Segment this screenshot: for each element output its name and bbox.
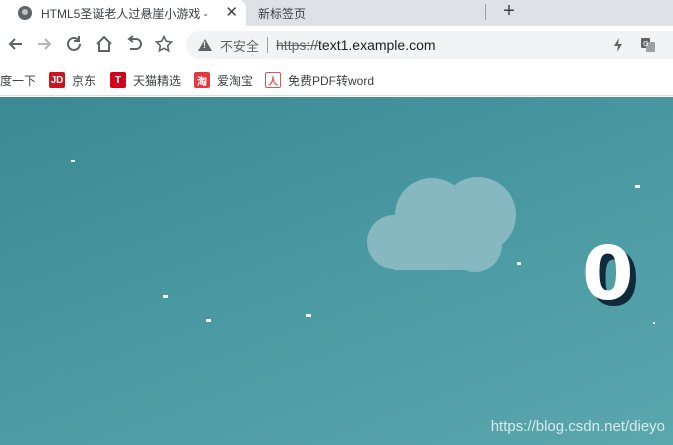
- snowflake: [653, 322, 655, 324]
- tab-separator: [485, 4, 486, 20]
- jd-icon: JD: [49, 72, 65, 88]
- tmall-icon: T: [110, 72, 126, 88]
- toolbar: 不安全 https:// text1.example.com G: [0, 26, 673, 64]
- new-tab-button[interactable]: +: [498, 0, 520, 26]
- bookmarks-bar: 度一下 JD 京东 T 天猫精选 淘 爱淘宝 人 免费PDF转word: [0, 64, 673, 96]
- bookmark-label: 爱淘宝: [217, 73, 254, 88]
- translate-icon[interactable]: G: [640, 37, 656, 53]
- security-status: 不安全: [220, 38, 260, 54]
- bookmark-taobao[interactable]: 淘 爱淘宝: [194, 72, 253, 88]
- bookmark-jd[interactable]: JD 京东: [49, 72, 96, 88]
- bookmark-star-button[interactable]: [152, 32, 176, 56]
- back-button[interactable]: [4, 32, 28, 56]
- tab-new[interactable]: 新标签页: [246, 0, 486, 26]
- close-icon[interactable]: ✕: [225, 3, 238, 21]
- taobao-icon: 淘: [194, 72, 210, 88]
- address-bar[interactable]: 不安全 https:// text1.example.com G: [186, 31, 673, 59]
- tab-game[interactable]: HTML5圣诞老人过悬崖小游戏 - ✕: [0, 0, 246, 26]
- tab-title: 新标签页: [258, 6, 307, 21]
- score-display: 0: [582, 231, 634, 317]
- bookmark-pdf[interactable]: 人 免费PDF转word: [265, 72, 374, 88]
- warning-icon: [198, 39, 212, 51]
- snowflake: [635, 185, 640, 188]
- home-icon: [96, 35, 112, 52]
- snowflake: [163, 295, 168, 298]
- bookmark-label: 京东: [72, 73, 97, 88]
- globe-icon: [18, 6, 32, 20]
- bookmark-label: 免费PDF转word: [288, 73, 375, 88]
- undo-icon: [127, 35, 142, 50]
- star-icon: [155, 35, 173, 53]
- forward-button[interactable]: [32, 32, 56, 56]
- bookmark-tmall[interactable]: T 天猫精选: [110, 72, 181, 88]
- bookmark-label: 天猫精选: [133, 73, 182, 88]
- snowflake: [306, 314, 311, 317]
- cloud: [367, 177, 516, 272]
- bookmark-label: 度一下: [0, 73, 37, 88]
- omnibox-separator: [267, 37, 269, 53]
- tab-title: HTML5圣诞老人过悬崖小游戏 -: [41, 6, 208, 21]
- arrow-right-icon: [38, 38, 52, 50]
- arrow-left-icon: [8, 38, 22, 50]
- lightning-icon[interactable]: [610, 37, 626, 53]
- tab-strip: HTML5圣诞老人过悬崖小游戏 - ✕ 新标签页 +: [0, 0, 673, 26]
- snowflake: [517, 262, 521, 265]
- url-host: text1.example.com: [318, 37, 436, 53]
- snowflake: [71, 160, 75, 162]
- undo-button[interactable]: [122, 32, 146, 56]
- home-button[interactable]: [92, 32, 116, 56]
- url-scheme: https://: [276, 37, 319, 53]
- reload-icon: [67, 36, 81, 51]
- game-canvas[interactable]: 0 https://blog.csdn.net/dieyo: [0, 97, 673, 445]
- watermark-text: https://blog.csdn.net/dieyo: [490, 418, 665, 435]
- snowflake: [206, 319, 211, 322]
- svg-text:G: G: [643, 40, 648, 48]
- pdf-icon: 人: [265, 72, 281, 88]
- bookmark-baidu[interactable]: 度一下: [0, 72, 36, 88]
- reload-button[interactable]: [62, 32, 86, 56]
